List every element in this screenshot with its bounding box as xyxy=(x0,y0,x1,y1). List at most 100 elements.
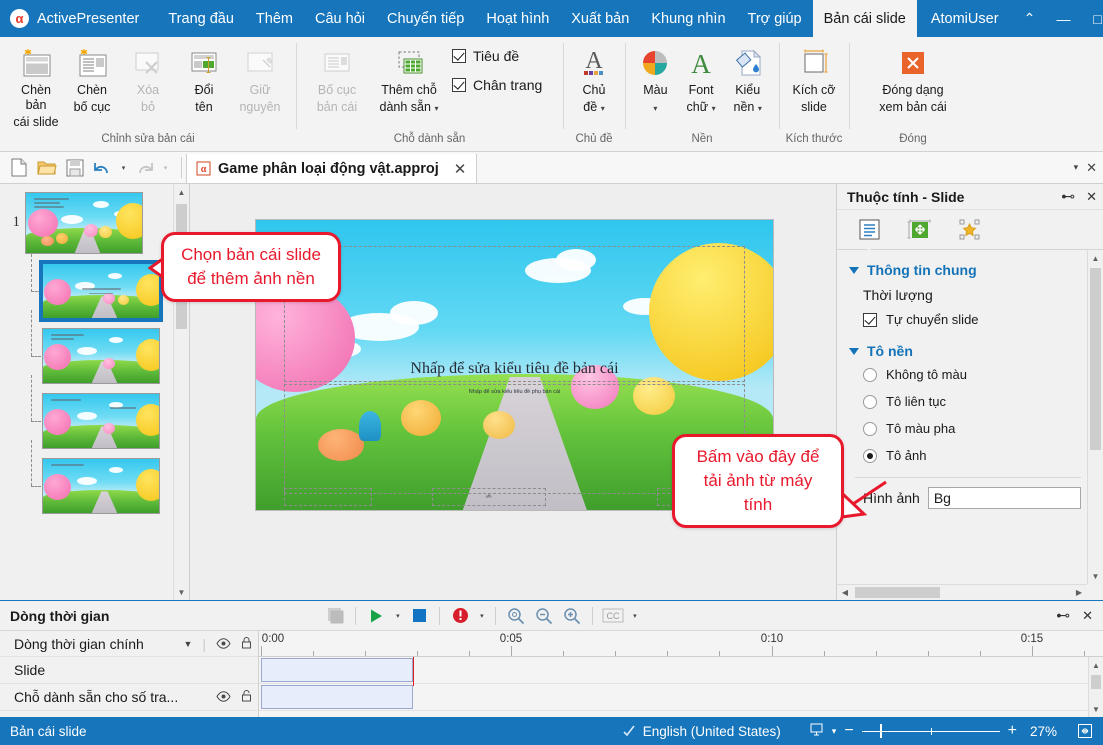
title-placeholder[interactable]: Nhấp để sửa kiểu tiêu đề bản cái xyxy=(284,246,745,383)
new-project-icon[interactable] xyxy=(5,155,32,181)
fill-none-row[interactable]: Không tô màu xyxy=(849,361,1087,388)
track-row-page-number[interactable]: Chỗ dành sẵn cho số tra... xyxy=(0,684,258,711)
fill-none-radio[interactable] xyxy=(863,367,877,382)
redo-icon[interactable] xyxy=(131,155,158,181)
color-button[interactable]: Màu ▾ xyxy=(633,42,678,118)
menu-trang-dau[interactable]: Trang đầu xyxy=(157,0,245,37)
lock-icon[interactable] xyxy=(241,636,252,652)
collapse-ribbon-icon[interactable]: ⌃ xyxy=(1013,0,1047,37)
background-style-caret-icon[interactable]: ▾ xyxy=(758,104,762,113)
timeline-track-page-number[interactable] xyxy=(259,684,1103,711)
menu-cau-hoi[interactable]: Câu hỏi xyxy=(304,0,376,37)
document-tab-close-icon[interactable]: ✕ xyxy=(454,160,467,178)
timeline-scroll-handle[interactable] xyxy=(1091,675,1101,689)
maximize-icon[interactable]: □ xyxy=(1081,0,1103,37)
section-collapse-triangle-icon[interactable] xyxy=(849,266,859,274)
tab-close-all-icon[interactable]: ✕ xyxy=(1086,160,1097,176)
menu-them[interactable]: Thêm xyxy=(245,0,304,37)
unlock-icon[interactable] xyxy=(241,689,252,705)
section-fill[interactable]: Tô nền xyxy=(849,339,1087,361)
properties-hscroll-handle[interactable] xyxy=(855,587,940,598)
document-tab[interactable]: α Game phân loại động vật.approj ✕ xyxy=(186,154,478,183)
timeline-scroll-up-icon[interactable]: ▲ xyxy=(1089,657,1103,673)
insert-slide-master-button[interactable]: Chèn bản cái slide xyxy=(8,42,64,133)
display-mode-icon[interactable] xyxy=(809,722,824,740)
eye-visibility-icon[interactable] xyxy=(216,689,231,705)
properties-vertical-scrollbar[interactable]: ▲ ▼ xyxy=(1087,250,1103,584)
fill-gradient-radio[interactable] xyxy=(863,421,877,436)
zoom-slider-handle[interactable] xyxy=(879,724,882,738)
status-language[interactable]: English (United States) xyxy=(622,723,781,740)
timeline-pin-icon[interactable]: ⊷ xyxy=(1056,607,1070,624)
menu-xuat-ban[interactable]: Xuất bản xyxy=(560,0,640,37)
theme-button[interactable]: A Chủ đề ▾ xyxy=(571,42,617,118)
footer-checkbox-row[interactable]: Chân trang xyxy=(452,77,542,93)
footer-center-placeholder[interactable]: ‹#› xyxy=(431,488,546,506)
layout-slide-thumbnail-1[interactable] xyxy=(39,260,163,322)
section-general-info[interactable]: Thông tin chung xyxy=(849,258,1087,280)
theme-caret-icon[interactable]: ▾ xyxy=(601,104,605,113)
footer-checkbox[interactable] xyxy=(452,78,466,92)
timeline-playhead[interactable] xyxy=(413,657,414,686)
redo-dropdown-icon[interactable]: ▾ xyxy=(159,155,172,181)
zoom-in-button[interactable]: + xyxy=(1008,722,1017,740)
display-mode-caret-icon[interactable]: ▾ xyxy=(832,726,837,737)
timeline-close-icon[interactable]: ✕ xyxy=(1082,608,1093,624)
insert-layout-button[interactable]: Chèn bố cục xyxy=(64,42,120,118)
menu-tro-giup[interactable]: Trợ giúp xyxy=(737,0,813,37)
zoom-out-button[interactable] xyxy=(530,604,558,628)
properties-scroll-left-icon[interactable]: ◀ xyxy=(837,585,853,600)
properties-close-icon[interactable]: ✕ xyxy=(1086,189,1097,205)
timeline-clip-slide[interactable] xyxy=(261,658,413,682)
properties-scroll-track[interactable] xyxy=(1088,266,1103,568)
fill-image-radio[interactable] xyxy=(863,448,877,463)
fill-gradient-row[interactable]: Tô màu pha xyxy=(849,415,1087,442)
play-dropdown-icon[interactable]: ▾ xyxy=(390,604,405,628)
properties-scroll-handle[interactable] xyxy=(1090,268,1101,450)
timeline-scroll-down-icon[interactable]: ▼ xyxy=(1089,701,1103,717)
layout-slide-thumbnail-4[interactable] xyxy=(42,458,160,514)
timeline-ruler[interactable]: 0:00 0:05 0:10 0:15 xyxy=(259,631,1103,657)
zoom-slider[interactable] xyxy=(861,723,1000,739)
fill-image-row[interactable]: Tô ảnh xyxy=(849,442,1087,469)
font-button[interactable]: A Font chữ ▾ xyxy=(678,42,725,118)
track-row-slide[interactable]: Slide xyxy=(0,657,258,684)
eye-visibility-icon[interactable] xyxy=(216,636,231,652)
zoom-out-button[interactable]: − xyxy=(844,722,853,740)
menu-ban-cai-slide[interactable]: Bản cái slide xyxy=(812,0,917,37)
properties-pin-icon[interactable]: ⊷ xyxy=(1061,188,1075,205)
timeline-vertical-scrollbar[interactable]: ▲ ▼ xyxy=(1088,657,1103,717)
timeline-scroll-track[interactable] xyxy=(1089,673,1103,701)
properties-scroll-down-icon[interactable]: ▼ xyxy=(1088,568,1103,584)
open-project-icon[interactable] xyxy=(33,155,60,181)
thumbnail-scroll-up-icon[interactable]: ▲ xyxy=(174,184,189,200)
layout-slide-thumbnail-2[interactable] xyxy=(42,328,160,384)
size-position-tab[interactable] xyxy=(905,216,933,244)
properties-scroll-up-icon[interactable]: ▲ xyxy=(1088,250,1103,266)
background-style-button[interactable]: Kiểu nền ▾ xyxy=(724,42,771,118)
undo-dropdown-icon[interactable]: ▾ xyxy=(117,155,130,181)
timeline-select-caret-icon[interactable]: ▼ xyxy=(183,639,192,649)
slide-properties-tab[interactable] xyxy=(855,216,883,253)
properties-horizontal-scrollbar[interactable]: ◀ ▶ xyxy=(837,584,1087,600)
master-slide-thumbnail[interactable] xyxy=(25,192,143,254)
user-account[interactable]: AtomiUser xyxy=(917,0,1013,37)
section-collapse-triangle-icon[interactable] xyxy=(849,347,859,355)
cc-dropdown-icon[interactable]: ▾ xyxy=(627,604,642,628)
save-project-icon[interactable] xyxy=(61,155,88,181)
rename-master-button[interactable]: Đổi tên xyxy=(176,42,232,118)
timeline-clip-page-number[interactable] xyxy=(261,685,413,709)
menu-chuyen-tiep[interactable]: Chuyển tiếp xyxy=(376,0,475,37)
auto-advance-checkbox[interactable] xyxy=(863,312,877,327)
play-button[interactable] xyxy=(362,604,390,628)
closed-caption-button[interactable]: CC xyxy=(599,604,627,628)
main-timeline-row[interactable]: Dòng thời gian chính ▼ | xyxy=(0,631,258,657)
image-field-input[interactable]: Bg xyxy=(927,487,1081,509)
properties-hscroll-track[interactable] xyxy=(853,585,1071,600)
fit-to-window-button[interactable] xyxy=(1077,723,1093,739)
layout-slide-thumbnail-3[interactable] xyxy=(42,393,160,449)
menu-hoat-hinh[interactable]: Hoạt hình xyxy=(475,0,560,37)
insert-placeholder-caret-icon[interactable]: ▾ xyxy=(434,104,438,113)
alert-button[interactable] xyxy=(446,604,474,628)
slide-size-button[interactable]: Kích cỡ slide xyxy=(787,42,841,118)
